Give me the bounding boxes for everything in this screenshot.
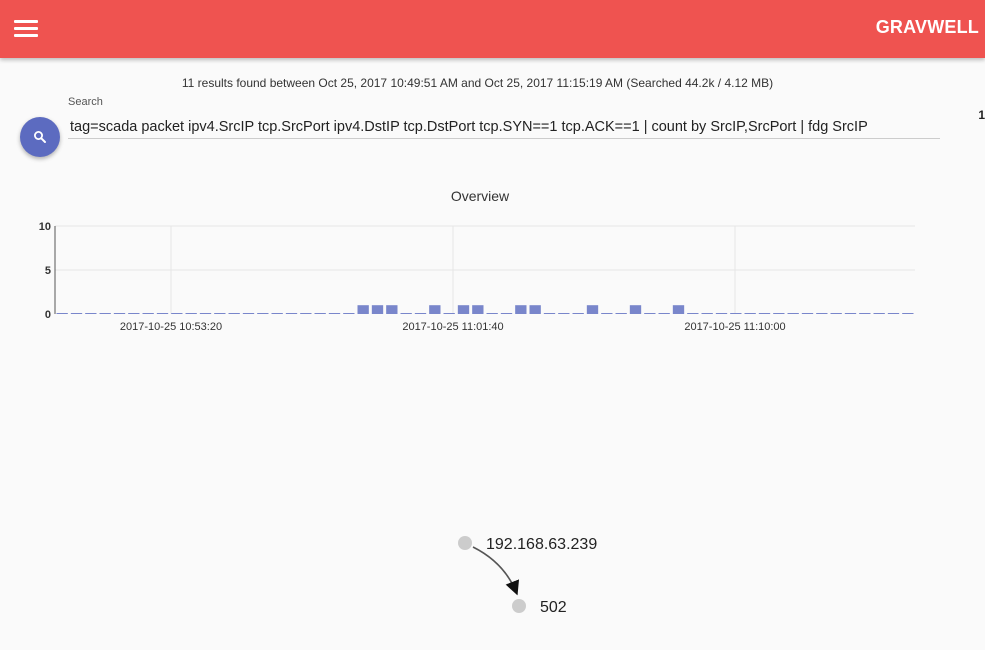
y-tick-label: 0 — [45, 309, 51, 321]
chart-bar[interactable] — [400, 313, 412, 314]
chart-bar[interactable] — [429, 305, 441, 314]
chart-bar[interactable] — [887, 313, 900, 314]
chart-bar[interactable] — [414, 313, 427, 314]
chart-title: Overview — [450, 188, 510, 204]
chart-bar[interactable] — [257, 313, 269, 314]
chart-bar[interactable] — [859, 313, 871, 314]
chart-bar[interactable] — [156, 313, 169, 314]
chart-bar[interactable] — [171, 313, 183, 314]
chart-bar[interactable] — [558, 313, 570, 314]
chart-bar[interactable] — [199, 313, 212, 314]
side-count: 1 — [978, 108, 985, 122]
chart-bar[interactable] — [328, 313, 341, 314]
chart-bar[interactable] — [601, 313, 613, 314]
chart-bar[interactable] — [715, 313, 728, 314]
chart-bar[interactable] — [486, 313, 498, 314]
x-tick-label: 2017-10-25 10:53:20 — [120, 321, 222, 333]
chart-bar[interactable] — [386, 305, 398, 314]
chart-bar[interactable] — [242, 313, 255, 314]
chart-bar[interactable] — [816, 313, 828, 314]
top-app-bar: GRAVWELL — [0, 0, 985, 58]
search-button[interactable] — [20, 117, 60, 157]
chart-bar[interactable] — [572, 313, 584, 314]
graph-node[interactable] — [458, 536, 472, 550]
chart-bar[interactable] — [56, 313, 68, 314]
search-label: Search — [68, 96, 103, 108]
graph-node-label: 502 — [540, 599, 567, 616]
chart-bar[interactable] — [371, 305, 384, 314]
y-tick-label: 5 — [45, 265, 51, 277]
chart-bar[interactable] — [787, 313, 799, 314]
chart-bar[interactable] — [830, 313, 842, 314]
chart-bar[interactable] — [586, 305, 599, 314]
chart-bar[interactable] — [644, 313, 656, 314]
chart-bar[interactable] — [687, 313, 699, 314]
chart-bar[interactable] — [672, 305, 685, 314]
chart-bar[interactable] — [457, 305, 470, 314]
brand-logo: GRAVWELL — [875, 17, 979, 37]
chart-bar[interactable] — [500, 313, 513, 314]
chart-bar[interactable] — [357, 305, 369, 314]
chart-bar[interactable] — [300, 313, 312, 314]
chart-bar[interactable] — [801, 313, 814, 314]
chart-bar[interactable] — [185, 313, 197, 314]
chart-bar[interactable] — [529, 305, 541, 314]
chart-bar[interactable] — [730, 313, 742, 314]
overview-chart[interactable]: 0 5 10 2017-10-25 10:53:20 2017-10-25 11:01:… — [0, 210, 960, 340]
graph-edge[interactable] — [472, 546, 520, 596]
chart-bar[interactable] — [214, 313, 226, 314]
x-tick-label: 2017-10-25 11:10:00 — [684, 321, 785, 333]
chart-bar[interactable] — [658, 313, 670, 314]
chart-bar[interactable] — [142, 313, 154, 314]
chart-bar[interactable] — [629, 305, 642, 314]
chart-bar[interactable] — [343, 313, 355, 314]
y-tick-label: 10 — [39, 221, 51, 233]
chart-bar[interactable] — [228, 313, 240, 314]
chart-bar[interactable] — [873, 313, 885, 314]
chart-bar[interactable] — [85, 313, 97, 314]
chart-bar[interactable] — [758, 313, 771, 314]
chart-bar[interactable] — [314, 313, 326, 314]
force-directed-graph[interactable]: 192.168.63.239 502 — [440, 525, 640, 625]
chart-bar[interactable] — [472, 305, 484, 314]
chart-bar[interactable] — [701, 313, 713, 314]
chart-bar[interactable] — [128, 313, 140, 314]
search-input[interactable] — [68, 116, 940, 139]
chart-bar[interactable] — [70, 313, 83, 314]
chart-bar[interactable] — [113, 313, 126, 314]
chart-bar[interactable] — [773, 313, 785, 314]
search-icon — [34, 131, 46, 143]
chart-bar[interactable] — [515, 305, 527, 314]
chart-bar[interactable] — [844, 313, 857, 314]
graph-node[interactable] — [512, 599, 526, 613]
x-tick-label: 2017-10-25 11:01:40 — [402, 321, 503, 333]
menu-icon[interactable] — [12, 17, 40, 41]
chart-bar[interactable] — [285, 313, 298, 314]
chart-bar[interactable] — [615, 313, 627, 314]
chart-bar[interactable] — [271, 313, 283, 314]
results-summary: 11 results found between Oct 25, 2017 10… — [181, 76, 774, 90]
chart-bar[interactable] — [443, 313, 455, 314]
chart-bar[interactable] — [543, 313, 556, 314]
chart-bar[interactable] — [902, 313, 914, 314]
chart-bar[interactable] — [744, 313, 756, 314]
graph-node-label: 192.168.63.239 — [486, 536, 597, 553]
chart-bar[interactable] — [99, 313, 111, 314]
